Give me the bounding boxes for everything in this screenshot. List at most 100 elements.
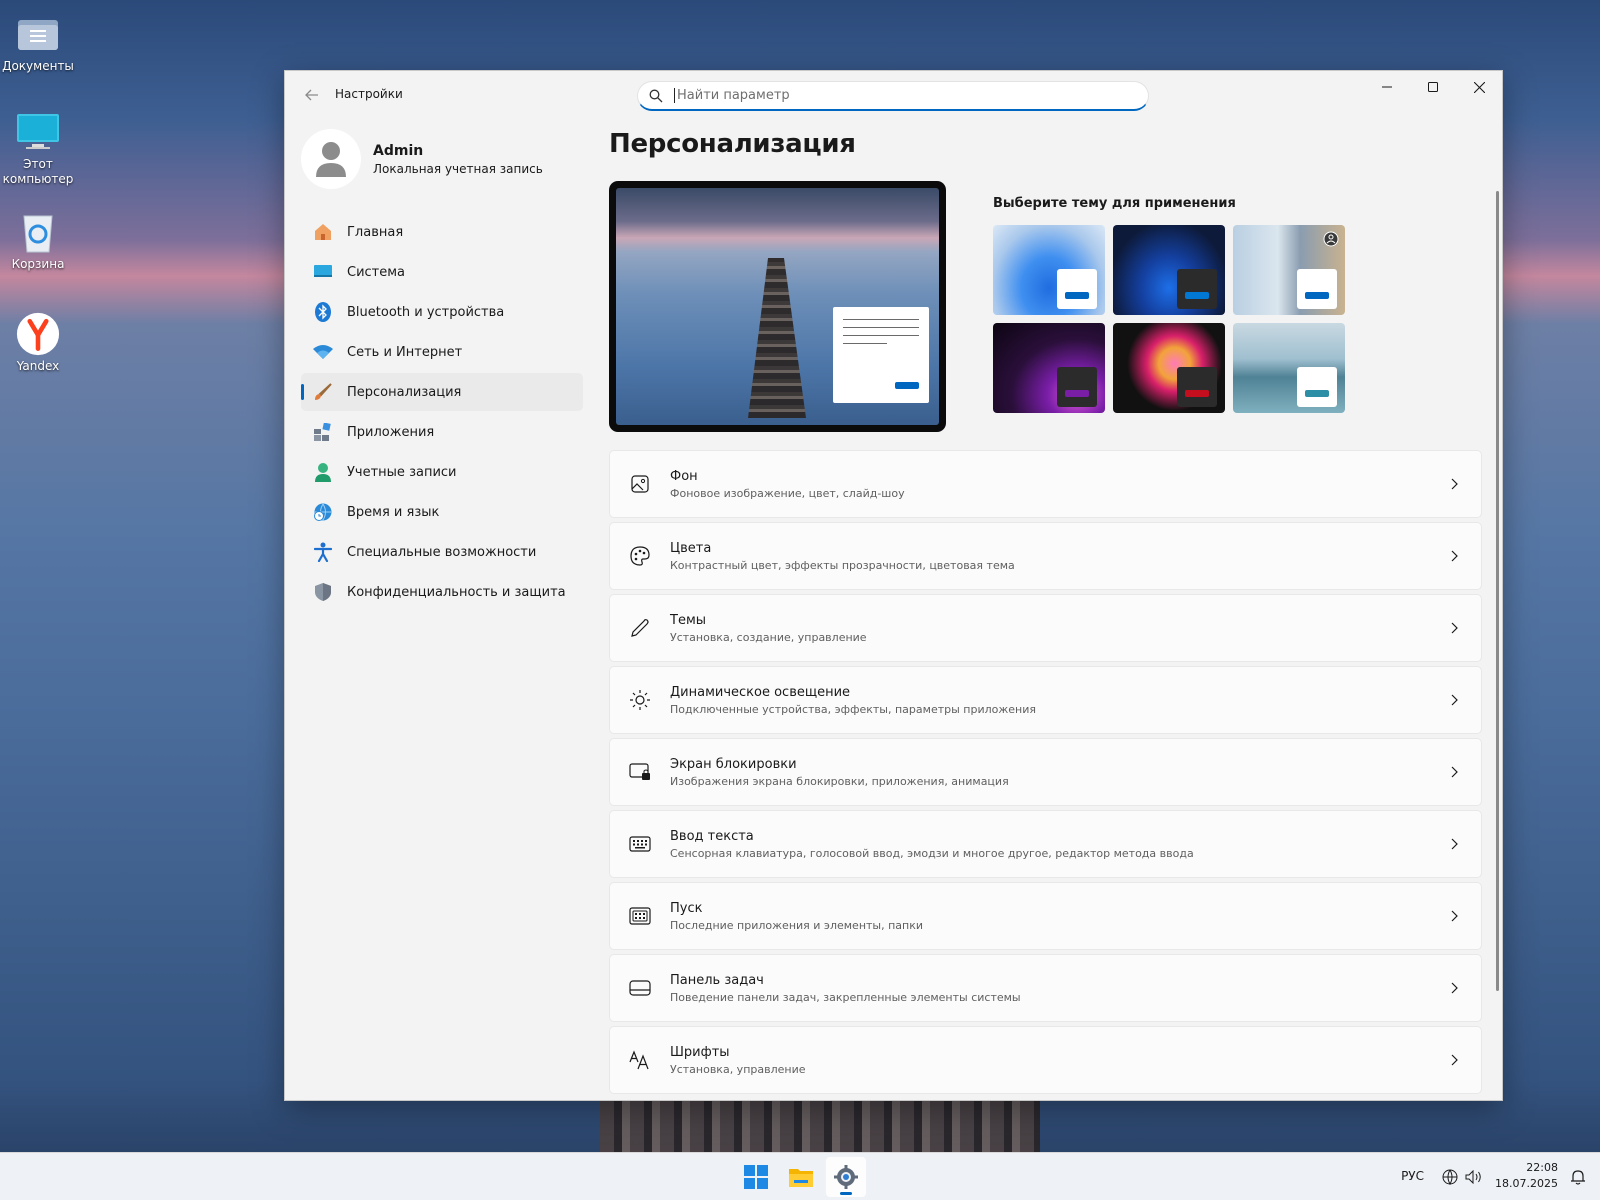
apps-icon	[313, 422, 333, 442]
row-title: Экран блокировки	[670, 756, 797, 772]
scrollbar[interactable]	[1496, 191, 1499, 991]
back-button[interactable]	[299, 83, 325, 107]
sidebar-item-label: Главная	[347, 224, 404, 240]
row-subtitle: Поведение панели задач, закрепленные эле…	[670, 990, 1021, 1004]
row-fonts[interactable]: Шрифты Установка, управление	[609, 1026, 1482, 1094]
row-taskbar[interactable]: Панель задач Поведение панели задач, закр…	[609, 954, 1482, 1022]
close-icon	[1473, 81, 1485, 93]
search-input[interactable]	[674, 88, 1114, 103]
file-explorer-icon	[789, 1169, 813, 1187]
sidebar-item-label: Приложения	[347, 424, 435, 440]
desktop-wallpaper-pier	[600, 1100, 1040, 1152]
row-subtitle: Установка, создание, управление	[670, 630, 867, 644]
sidebar-item-label: Конфиденциальность и защита	[347, 584, 566, 600]
desktop-icon-yandex[interactable]: Yandex	[0, 312, 76, 374]
file-explorer-button[interactable]	[781, 1157, 821, 1197]
desktop-icon-this-pc[interactable]: Этот компьютер	[0, 110, 76, 187]
row-subtitle: Изображения экрана блокировки, приложени…	[670, 774, 1009, 788]
row-background[interactable]: Фон Фоновое изображение, цвет, слайд-шоу	[609, 450, 1482, 518]
wifi-icon	[313, 342, 333, 362]
sidebar-item-time-language[interactable]: Время и язык	[301, 493, 583, 531]
chevron-right-icon	[1429, 910, 1481, 922]
row-title: Ввод текста	[670, 828, 754, 844]
sidebar-item-label: Специальные возможности	[347, 544, 537, 560]
pen-icon	[610, 618, 670, 638]
close-button[interactable]	[1456, 71, 1502, 103]
sidebar-item-privacy[interactable]: Конфиденциальность и защита	[301, 573, 583, 611]
desktop-icon-label: Этот компьютер	[2, 157, 74, 186]
row-subtitle: Подключенные устройства, эффекты, параме…	[670, 702, 1036, 716]
keyboard-icon	[610, 836, 670, 852]
taskbar-icon	[610, 980, 670, 996]
theme-mini-window	[1297, 269, 1337, 309]
row-themes[interactable]: Темы Установка, создание, управление	[609, 594, 1482, 662]
accessibility-icon	[313, 542, 333, 562]
row-title: Цвета	[670, 540, 712, 556]
row-start[interactable]: Пуск Последние приложения и элементы, пап…	[609, 882, 1482, 950]
user-profile[interactable]: Admin Локальная учетная запись	[301, 129, 543, 189]
sidebar-item-personalization[interactable]: Персонализация	[301, 373, 583, 411]
start-icon	[610, 907, 670, 925]
settings-taskbar-button[interactable]	[826, 1157, 866, 1197]
taskbar: РУС 22:08 18.07.2025	[0, 1152, 1600, 1200]
theme-windows-light[interactable]	[993, 225, 1105, 315]
shield-icon	[313, 582, 333, 602]
title-bar: Настройки	[285, 71, 1502, 119]
sidebar-item-label: Персонализация	[347, 384, 462, 400]
row-title: Динамическое освещение	[670, 684, 851, 700]
row-colors[interactable]: Цвета Контрастный цвет, эффекты прозрачно…	[609, 522, 1482, 590]
sidebar-item-accessibility[interactable]: Специальные возможности	[301, 533, 583, 571]
row-lock-screen[interactable]: Экран блокировки Изображения экрана блоки…	[609, 738, 1482, 806]
language-indicator[interactable]: РУС	[1401, 1169, 1424, 1183]
row-subtitle: Контрастный цвет, эффекты прозрачности, …	[670, 558, 1015, 572]
network-globe-icon[interactable]	[1440, 1167, 1460, 1187]
theme-mini-window	[1177, 269, 1217, 309]
sidebar-item-bluetooth[interactable]: Bluetooth и устройства	[301, 293, 583, 331]
theme-glow[interactable]	[993, 323, 1105, 413]
profile-name: Admin	[373, 142, 424, 159]
chevron-right-icon	[1429, 766, 1481, 778]
desktop-icon-label: Yandex	[16, 359, 60, 373]
clock-time: 22:08	[1526, 1161, 1558, 1174]
row-subtitle: Последние приложения и элементы, папки	[670, 918, 924, 932]
theme-mini-window	[1057, 269, 1097, 309]
theme-captured-motion[interactable]	[1113, 323, 1225, 413]
notification-bell-icon[interactable]	[1568, 1167, 1588, 1187]
fonts-icon	[610, 1050, 670, 1070]
desktop-icon-label: Документы	[2, 59, 74, 73]
lighting-icon	[610, 689, 670, 711]
row-dynamic-lighting[interactable]: Динамическое освещение Подключенные устро…	[609, 666, 1482, 734]
row-title: Панель задач	[670, 972, 764, 988]
profile-account-type: Локальная учетная запись	[373, 161, 543, 176]
row-text-input[interactable]: Ввод текста Сенсорная клавиатура, голосов…	[609, 810, 1482, 878]
theme-spotlight[interactable]	[1233, 225, 1345, 315]
theme-windows-dark[interactable]	[1113, 225, 1225, 315]
desktop-icon-recycle-bin[interactable]: Корзина	[0, 210, 76, 272]
search-box[interactable]	[637, 81, 1149, 111]
sidebar-item-apps[interactable]: Приложения	[301, 413, 583, 451]
row-title: Пуск	[670, 900, 703, 916]
desktop-icon-documents[interactable]: Документы	[0, 12, 76, 74]
image-icon	[610, 475, 670, 493]
user-avatar-icon	[316, 142, 346, 177]
sidebar-item-home[interactable]: Главная	[301, 213, 583, 251]
theme-flow[interactable]	[1233, 323, 1345, 413]
row-subtitle: Фоновое изображение, цвет, слайд-шоу	[670, 486, 905, 500]
system-icon	[313, 262, 333, 282]
spotlight-icon	[1323, 231, 1339, 247]
chevron-right-icon	[1429, 622, 1481, 634]
chevron-right-icon	[1429, 982, 1481, 994]
preview-window	[833, 307, 929, 403]
chevron-right-icon	[1429, 550, 1481, 562]
recycle-bin-icon	[16, 210, 60, 254]
start-button[interactable]	[736, 1157, 776, 1197]
windows-start-icon	[744, 1165, 768, 1189]
sidebar-item-accounts[interactable]: Учетные записи	[301, 453, 583, 491]
sidebar-item-label: Bluetooth и устройства	[347, 304, 505, 320]
volume-icon[interactable]	[1464, 1167, 1484, 1187]
sidebar-item-system[interactable]: Система	[301, 253, 583, 291]
minimize-button[interactable]	[1364, 71, 1410, 103]
sidebar-item-network[interactable]: Сеть и Интернет	[301, 333, 583, 371]
maximize-button[interactable]	[1410, 71, 1456, 103]
clock[interactable]: 22:08 18.07.2025	[1495, 1160, 1558, 1192]
